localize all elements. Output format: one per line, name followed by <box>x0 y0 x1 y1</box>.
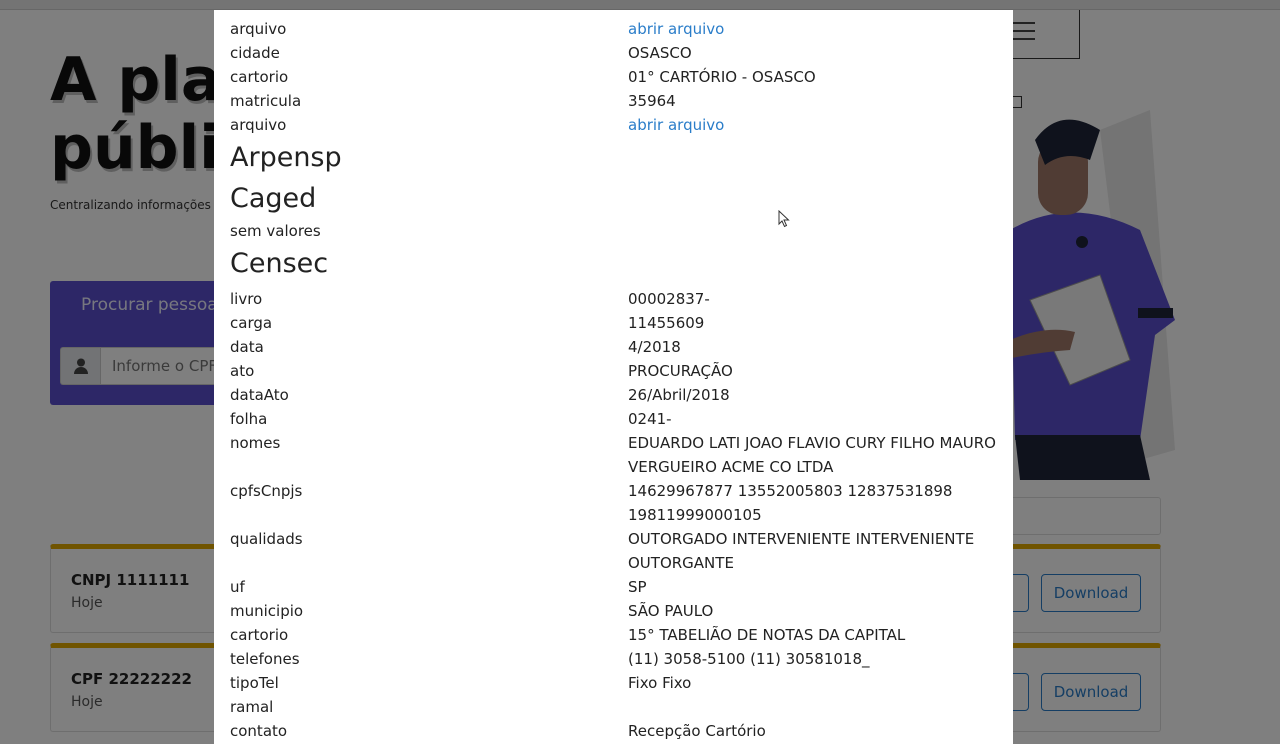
open-file-link[interactable]: abrir arquivo <box>628 116 724 134</box>
detail-value: OSASCO <box>628 44 692 62</box>
mouse-cursor-icon <box>778 210 790 228</box>
detail-row: qualidads OUTORGADO INTERVENIENTE INTERVE… <box>230 527 1000 575</box>
detail-row: uf SP <box>230 575 1000 599</box>
detail-value: 15° TABELIÃO DE NOTAS DA CAPITAL <box>628 626 906 644</box>
detail-key: data <box>230 338 264 356</box>
detail-value: 26/Abril/2018 <box>628 386 730 404</box>
detail-row: ato PROCURAÇÃO <box>230 359 1000 383</box>
detail-key: livro <box>230 290 263 308</box>
detail-row: telefones (11) 3058-5100 (11) 30581018_ <box>230 647 1000 671</box>
detail-key: qualidads <box>230 530 303 548</box>
detail-value: Fixo Fixo <box>628 674 692 692</box>
detail-key: arquivo <box>230 116 287 134</box>
detail-row: carga 11455609 <box>230 311 1000 335</box>
detail-value: 11455609 <box>628 314 705 332</box>
detail-row: contato Recepção Cartório <box>230 719 1000 743</box>
details-modal: arquivo abrir arquivo cidade OSASCO cart… <box>214 10 1013 744</box>
detail-row: municipio SÃO PAULO <box>230 599 1000 623</box>
detail-row: matricula 35964 <box>230 89 1000 113</box>
detail-value: 00002837- <box>628 290 710 308</box>
detail-key: telefones <box>230 650 300 668</box>
censec-details: livro 00002837- carga 11455609 data 4/2018 … <box>230 287 1000 743</box>
detail-key: nomes <box>230 434 281 452</box>
detail-key: cartorio <box>230 626 289 644</box>
detail-key: cidade <box>230 44 280 62</box>
detail-value: OUTORGADO INTERVENIENTE INTERVENIENTE OU… <box>628 530 975 572</box>
section-title-arpensp: Arpensp <box>230 142 342 173</box>
detail-value <box>628 695 1000 719</box>
detail-key: dataAto <box>230 386 289 404</box>
detail-value: (11) 3058-5100 (11) 30581018_ <box>628 650 870 668</box>
detail-row: dataAto 26/Abril/2018 <box>230 383 1000 407</box>
detail-row: livro 00002837- <box>230 287 1000 311</box>
detail-key: uf <box>230 578 245 596</box>
modal-body: arquivo abrir arquivo cidade OSASCO cart… <box>230 17 1000 743</box>
detail-key: cartorio <box>230 68 289 86</box>
detail-row: cartorio 15° TABELIÃO DE NOTAS DA CAPITAL <box>230 623 1000 647</box>
detail-value: EDUARDO LATI JOAO FLAVIO CURY FILHO MAUR… <box>628 434 996 476</box>
detail-key: tipoTel <box>230 674 279 692</box>
detail-key: ato <box>230 362 255 380</box>
detail-key: carga <box>230 314 273 332</box>
detail-key: cpfsCnpjs <box>230 482 303 500</box>
detail-key: municipio <box>230 602 304 620</box>
detail-key: arquivo <box>230 20 287 38</box>
detail-row: ramal <box>230 695 1000 719</box>
detail-key: contato <box>230 722 288 740</box>
empty-values-text: sem valores <box>230 222 321 240</box>
detail-row: nomes EDUARDO LATI JOAO FLAVIO CURY FILHO… <box>230 431 1000 479</box>
detail-value: Recepção Cartório <box>628 722 766 740</box>
detail-key: ramal <box>230 698 274 716</box>
detail-value: 0241- <box>628 410 672 428</box>
detail-value: PROCURAÇÃO <box>628 362 733 380</box>
section-title-censec: Censec <box>230 248 329 279</box>
open-file-link[interactable]: abrir arquivo <box>628 20 724 38</box>
detail-row: cpfsCnpjs 14629967877 13552005803 1283753… <box>230 479 1000 527</box>
detail-key: matricula <box>230 92 302 110</box>
detail-row: data 4/2018 <box>230 335 1000 359</box>
detail-key: folha <box>230 410 268 428</box>
detail-row: folha 0241- <box>230 407 1000 431</box>
detail-value: 35964 <box>628 92 676 110</box>
detail-value: SÃO PAULO <box>628 602 714 620</box>
detail-row: arquivo abrir arquivo <box>230 17 1000 41</box>
detail-row: arquivo abrir arquivo <box>230 113 1000 137</box>
detail-row: cartorio 01° CARTÓRIO - OSASCO <box>230 65 1000 89</box>
detail-value: 14629967877 13552005803 12837531898 1981… <box>628 482 953 524</box>
detail-row: tipoTel Fixo Fixo <box>230 671 1000 695</box>
detail-value: 01° CARTÓRIO - OSASCO <box>628 68 816 86</box>
section-title-caged: Caged <box>230 183 317 214</box>
detail-row: cidade OSASCO <box>230 41 1000 65</box>
detail-value: 4/2018 <box>628 338 681 356</box>
detail-value: SP <box>628 578 647 596</box>
